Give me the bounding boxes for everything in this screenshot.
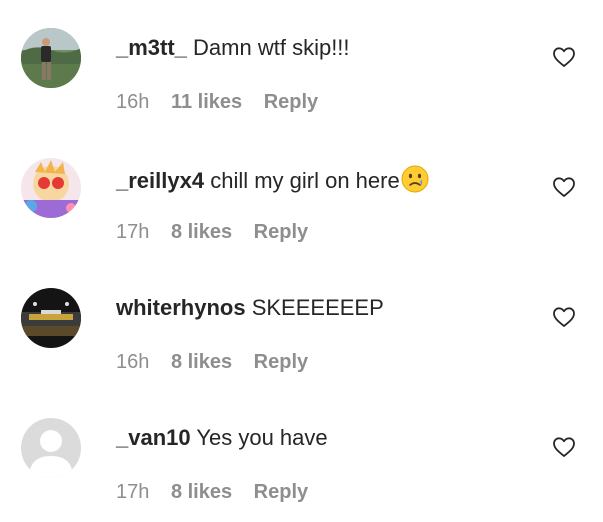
comment-username[interactable]: _reillyx4: [116, 168, 204, 193]
comment-line: _reillyx4 chill my girl on here: [116, 164, 430, 195]
comment-text: SKEEEEEEP: [251, 295, 384, 320]
comment-line: _van10 Yes you have: [116, 424, 328, 452]
comment-text: Damn wtf skip!!!: [193, 35, 350, 60]
avatar[interactable]: [21, 158, 81, 218]
comment-time[interactable]: 17h: [116, 481, 149, 503]
comment-time[interactable]: 17h: [116, 221, 149, 243]
comment-username[interactable]: whiterhynos: [116, 295, 246, 320]
heart-outline-icon: [553, 437, 575, 457]
comment-line: _m3tt_ Damn wtf skip!!!: [116, 34, 350, 62]
comment-username[interactable]: _m3tt_: [116, 35, 187, 60]
comment-text: chill my girl on here: [210, 168, 400, 193]
comment-list: _m3tt_ Damn wtf skip!!! 16h 11 likes Rep…: [0, 0, 603, 522]
comment-body: _reillyx4 chill my girl on here: [116, 164, 430, 195]
comment-line: whiterhynos SKEEEEEEP: [116, 294, 384, 322]
comment-text: Yes you have: [196, 425, 328, 450]
default-user-avatar-icon: [21, 418, 81, 478]
comment-item: _m3tt_ Damn wtf skip!!! 16h 11 likes Rep…: [0, 0, 603, 130]
comment-likes[interactable]: 8 likes: [171, 221, 232, 243]
comment-likes[interactable]: 8 likes: [171, 481, 232, 503]
comment-meta: 17h 8 likes Reply: [116, 220, 324, 244]
heart-outline-icon: [553, 177, 575, 197]
comment-body: _van10 Yes you have: [116, 424, 328, 452]
reply-button[interactable]: Reply: [264, 91, 318, 113]
like-button[interactable]: [552, 435, 576, 459]
reply-button[interactable]: Reply: [254, 481, 308, 503]
comment-body: _m3tt_ Damn wtf skip!!!: [116, 34, 350, 62]
comment-likes[interactable]: 11 likes: [171, 91, 242, 113]
comment-username[interactable]: _van10: [116, 425, 191, 450]
comment-likes[interactable]: 8 likes: [171, 351, 232, 373]
arena-avatar-icon: [21, 288, 81, 348]
reply-button[interactable]: Reply: [254, 221, 308, 243]
comment-meta: 16h 8 likes Reply: [116, 350, 324, 374]
comment-item: _van10 Yes you have 17h 8 likes Reply: [0, 390, 603, 520]
heart-outline-icon: [553, 47, 575, 67]
reply-button[interactable]: Reply: [254, 351, 308, 373]
comment-time[interactable]: 16h: [116, 351, 149, 373]
avatar[interactable]: [21, 418, 81, 478]
avatar[interactable]: [21, 288, 81, 348]
comment-item: _reillyx4 chill my girl on here 17h 8 li…: [0, 130, 603, 260]
like-button[interactable]: [552, 45, 576, 69]
comment-meta: 17h 8 likes Reply: [116, 480, 324, 504]
comment-item: whiterhynos SKEEEEEEP 16h 8 likes Reply: [0, 260, 603, 390]
like-button[interactable]: [552, 175, 576, 199]
heart-outline-icon: [553, 307, 575, 327]
comment-time[interactable]: 16h: [116, 91, 149, 113]
comment-body: whiterhynos SKEEEEEEP: [116, 294, 384, 322]
like-button[interactable]: [552, 305, 576, 329]
comment-meta: 16h 11 likes Reply: [116, 90, 334, 114]
crying-face-emoji-icon: [400, 164, 430, 194]
cartoon-character-avatar-icon: [21, 158, 81, 218]
avatar[interactable]: [21, 28, 81, 88]
person-outdoors-avatar-icon: [21, 28, 81, 88]
